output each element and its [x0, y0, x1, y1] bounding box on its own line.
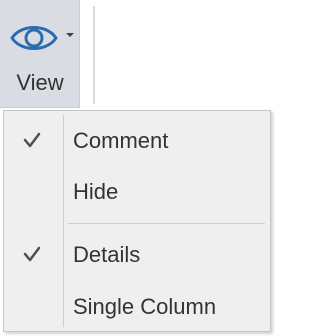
view-button-label: View: [16, 70, 64, 95]
ribbon-separator: [93, 6, 95, 104]
menu-item-hide[interactable]: Hide: [7, 166, 267, 216]
view-button[interactable]: View: [0, 0, 80, 108]
eye-icon: [10, 26, 58, 50]
menu-item-label: Hide: [73, 179, 119, 204]
menu-item-comment[interactable]: Comment: [7, 115, 267, 165]
checkmark-icon: [23, 132, 41, 148]
menu-separator: [68, 223, 265, 224]
checkmark-icon: [23, 246, 41, 262]
menu-item-details[interactable]: Details: [7, 229, 267, 279]
menu-item-single-column[interactable]: Single Column: [7, 281, 267, 331]
menu-item-label: Details: [73, 242, 141, 267]
menu-item-label: Comment: [73, 128, 169, 153]
menu-item-label: Single Column: [73, 294, 217, 319]
view-dropdown-menu: Comment Hide Details Single Column: [3, 110, 271, 332]
ribbon: View: [0, 0, 273, 110]
chevron-down-icon[interactable]: [65, 31, 75, 39]
